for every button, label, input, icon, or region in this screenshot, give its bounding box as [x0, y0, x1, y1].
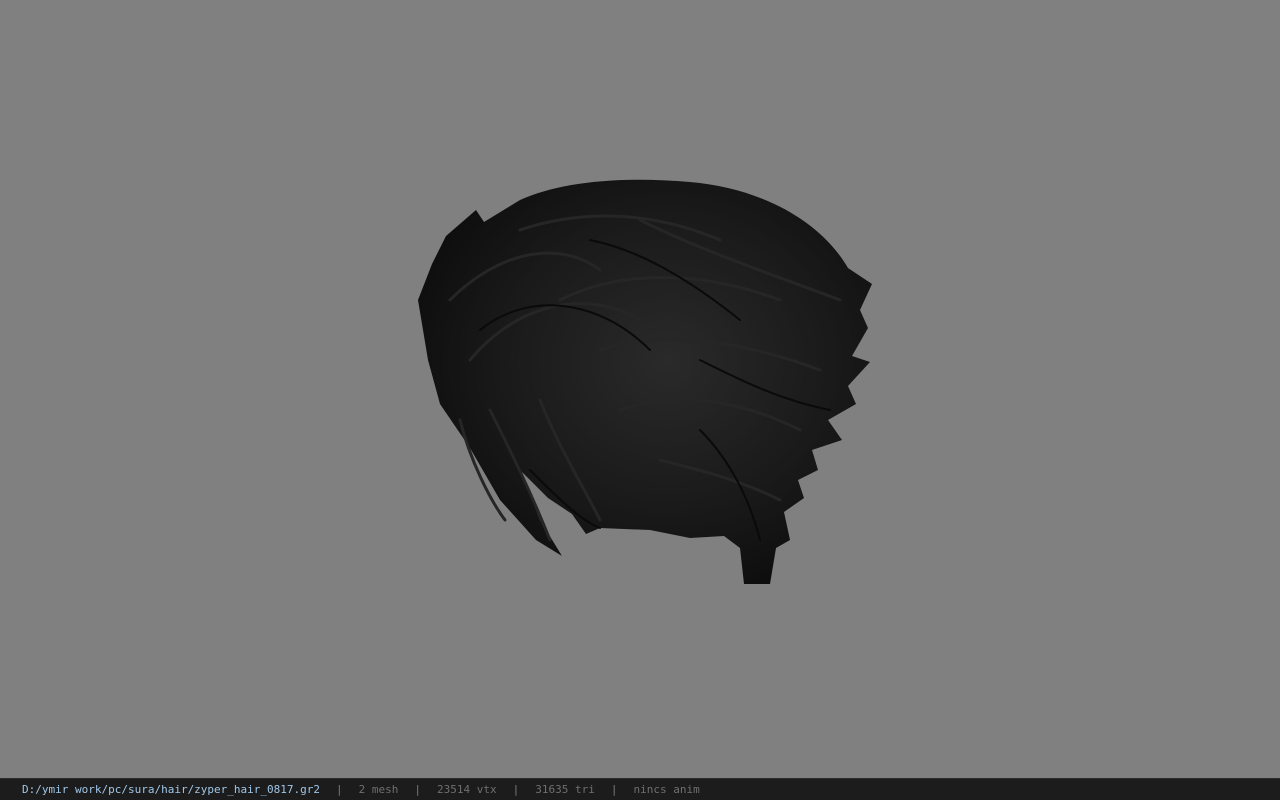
- status-bar: D:/ymir work/pc/sura/hair/zyper_hair_081…: [0, 778, 1280, 800]
- separator: |: [512, 783, 520, 796]
- vertex-count: 23514 vtx: [437, 783, 497, 796]
- separator: |: [610, 783, 618, 796]
- separator: |: [336, 783, 343, 796]
- file-path: D:/ymir work/pc/sura/hair/zyper_hair_081…: [22, 783, 321, 796]
- anim-status: nincs anim: [633, 783, 700, 796]
- mesh-count: 2 mesh: [358, 783, 399, 796]
- 3d-viewport[interactable]: [0, 0, 1280, 778]
- triangle-count: 31635 tri: [535, 783, 595, 796]
- hair-model-render[interactable]: [0, 0, 1280, 778]
- separator: |: [414, 783, 422, 796]
- hair-mass: [418, 179, 872, 584]
